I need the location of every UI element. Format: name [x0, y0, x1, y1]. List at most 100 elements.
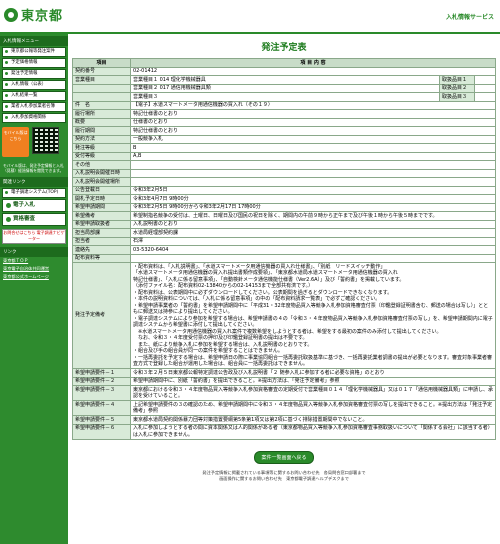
table-row: 希望申請要件－４ 上記希望申請要件の３の確認のため、希望申請期間中に令和３・４年度…	[72, 400, 496, 416]
tokyo-emblem-icon	[4, 7, 18, 22]
sidebar-link-qualification[interactable]: 資格審査	[2, 213, 66, 226]
table-row: 営業種目 営業種目１ 014 理化学機械器具 取扱品目１	[72, 75, 496, 85]
table-row: 希望申請要件－１ 令和３年２月５日東京都公報特定調達公告政及び入札説明書「２ 随参…	[72, 368, 496, 378]
row-value: 02-01412	[130, 66, 496, 76]
navigator-banner[interactable]: お問合せはこちら 電子調達ナビゲーター	[2, 229, 66, 244]
row-value: 一般競争入札	[130, 134, 496, 144]
page-title: 発注予定表	[261, 43, 307, 53]
row-value: 水道局経理部契約課	[130, 228, 496, 238]
row-label: 希望申請期間	[72, 202, 131, 212]
row-label: 希望申請要件－５	[72, 415, 131, 425]
row-label	[72, 92, 131, 102]
row-label: その他	[72, 160, 131, 170]
business-category: 営業種目２ 017 通信用機械器具類	[133, 85, 211, 91]
sidebar-related-heading: 関連リンク	[0, 177, 68, 187]
row-value: 03-5320-6404	[130, 245, 496, 255]
table-row: 希望申請要件－５ 東京都水道局契約関係暴力団等対策措置要綱第5条第1項又は第2項に…	[72, 415, 496, 425]
row-label: 希望申請要件－３	[72, 385, 131, 401]
table-row: 履行場所 特記仕様書のとおり	[72, 109, 496, 119]
table-row: 発注等級 B	[72, 143, 496, 153]
row-value: 東京都水道局契約関係暴力団等対策措置要綱第5条第1項又は第2項に基づく排除措置期…	[130, 415, 496, 425]
sidebar-item[interactable]: 入札参加資格関係	[2, 113, 66, 123]
table-row: 契約番号 02-01412	[72, 66, 496, 76]
table-row: 公告登載日 令和3年2月5日	[72, 185, 496, 195]
row-label: 配布資料等	[72, 253, 131, 263]
sidebar-link-e-bidding[interactable]: 電子入札	[2, 199, 66, 212]
business-category: 営業種目１ 014 理化学機械器具	[133, 76, 206, 83]
handled-item-value	[474, 84, 495, 92]
row-value: 特記仕様書のとおり	[130, 126, 496, 136]
link-joint-operation[interactable]: 東京電子自治体共同運営	[0, 265, 68, 273]
remarks-value: ・配布資料は、「入札説明書」、「水道スマートメータ用通信機器の買入れ仕様書」、「…	[130, 262, 496, 369]
row-value: 令和３年２月５日東京都公報特定調達公告政及び入札説明書「２ 随参入札に参加する者…	[130, 368, 496, 378]
sidebar-item[interactable]: 予定価格情報	[2, 58, 66, 68]
row-value: 上記希望申請要件の３の確認のため、希望申請期間中に令和３・４年度物品買入等競争入…	[130, 400, 496, 416]
row-label: 受付等級	[72, 151, 131, 161]
row-label: 担当局部課	[72, 228, 131, 238]
table-row: 希望申請要件－２ 希望申請期間中に、別紙「誓約書」を提出できること。※提出方法は、…	[72, 376, 496, 386]
row-value	[130, 253, 496, 263]
row-label: 入札説明会開催日時	[72, 168, 131, 178]
table-row: 開札予定日時 令和3年4月7日 9時00分	[72, 194, 496, 204]
row-value: B	[130, 143, 496, 153]
table-row: 担当者 石澤	[72, 236, 496, 246]
handled-item-label: 取扱品目２	[439, 84, 474, 92]
handled-item-label: 取扱品目１	[439, 76, 474, 84]
table-row: その他	[72, 160, 496, 170]
row-label: 発注等級	[72, 143, 131, 153]
table-row: 履行期間 特記仕様書のとおり	[72, 126, 496, 136]
sidebar-item[interactable]: 東京都公報等発注案件	[2, 47, 66, 57]
row-value: 入札に参加しようとする者の間に資本関係又は人的関係がある者（東京都物品買入等競争…	[130, 423, 496, 440]
order-schedule-table: 項目 項 目 内 容 契約番号 02-01412 営業種目 営業種目１ 014 理化学…	[72, 58, 496, 440]
remarks-line: ・希望申請事業者の「誓約書」を希望申請期間中に「平成31・32年度物品買入等競争…	[133, 302, 489, 316]
row-value: 石澤	[130, 236, 496, 246]
table-row: 希望申請要件－６ 入札に参加しようとする者の間に資本関係又は人的関係がある者（東京…	[72, 423, 496, 440]
row-value: 希望申請期間中に、別紙「誓約書」を提出できること。※提出方法は、「発注予定備考」…	[130, 376, 496, 386]
row-value: 【電子】水道スマートメータ用通信機器の買入れ（その１９）	[130, 100, 496, 110]
row-label: 履行期間	[72, 126, 131, 136]
footer-inquiry-2: 画面操作に関するお問い合わせ先 東京都電子調達ヘルプデスクまで	[219, 475, 349, 481]
tokyo-logo[interactable]: 東京都	[4, 5, 63, 24]
sidebar-item[interactable]: 入札情報（公表）	[2, 80, 66, 90]
row-value	[130, 168, 496, 178]
row-label: 希望申請取扱者	[72, 219, 131, 229]
back-to-list-button[interactable]: 案件一覧画面へ戻る	[254, 450, 314, 464]
link-tokyo-top[interactable]: 東京都ＴＯＰ	[0, 257, 68, 265]
row-label: 希望申請要件－１	[72, 368, 131, 378]
sidebar-item[interactable]: 入札結果一覧	[2, 91, 66, 101]
row-value: 令和3年4月7日 9時00分	[130, 194, 496, 204]
row-value: 希望制指名競争の受付は、土曜日、日曜日及び国民の祝日を除く、期間内の午前９時から…	[130, 211, 496, 221]
mobile-version-button[interactable]: モバイル版はこちら	[2, 127, 29, 157]
sidebar-links-heading: リンク	[0, 247, 68, 257]
row-label	[72, 83, 131, 93]
business-category: 営業種目３	[133, 93, 159, 100]
row-value: 入札説明書のとおり	[130, 219, 496, 229]
row-value: 営業種目３ 取扱品目３	[130, 92, 496, 102]
table-row: 希望申請要件－３ 東京都における令和３・４年度物品買入等競争入札参加資格審査の定期…	[72, 385, 496, 401]
row-label: 入札説明会開催場所	[72, 177, 131, 187]
sidebar-item[interactable]: 業者入札参加業者名簿	[2, 102, 66, 112]
handled-item-value	[474, 76, 495, 84]
row-value	[130, 160, 496, 170]
main-content: 発注予定表 項目 項 目 内 容 契約番号 02-01412 営業種目 営業種目１ 0…	[72, 34, 496, 482]
row-label: 希望申請要件－２	[72, 376, 131, 386]
table-row: 連絡先 03-5320-6404	[72, 245, 496, 255]
table-row: 入札説明会開催場所	[72, 177, 496, 187]
sidebar-link-e-procurement[interactable]: 電子調達システム(TOP)	[2, 188, 66, 198]
link-official-site[interactable]: 東京都公式ホームページ	[0, 273, 68, 281]
sidebar-item[interactable]: 発注予定情報	[2, 69, 66, 79]
table-row: 担当局部課 水道局経理部契約課	[72, 228, 496, 238]
sidebar-menu-heading: 入札情報メニュー	[0, 36, 68, 46]
table-row: 受付等級 A,B	[72, 151, 496, 161]
row-value: A,B	[130, 151, 496, 161]
row-value: 東京都における令和３・４年度物品買入等競争入札参加資格審査の定期受付で営業種目０…	[130, 385, 496, 401]
row-label: 営業種目	[72, 75, 131, 85]
row-label: 担当者	[72, 236, 131, 246]
sidebar: 入札情報メニュー 東京都公報等発注案件 予定価格情報 発注予定情報 入札情報（公表）入…	[0, 34, 68, 544]
table-row: 希望備考 希望制指名競争の受付は、土曜日、日曜日及び国民の祝日を除く、期間内の午前…	[72, 211, 496, 221]
row-label: 希望申請要件－６	[72, 423, 131, 440]
handled-item-label: 取扱品目３	[439, 93, 474, 101]
row-label: 履行場所	[72, 109, 131, 119]
row-label: 開札予定日時	[72, 194, 131, 204]
row-label: 概要	[72, 117, 131, 127]
